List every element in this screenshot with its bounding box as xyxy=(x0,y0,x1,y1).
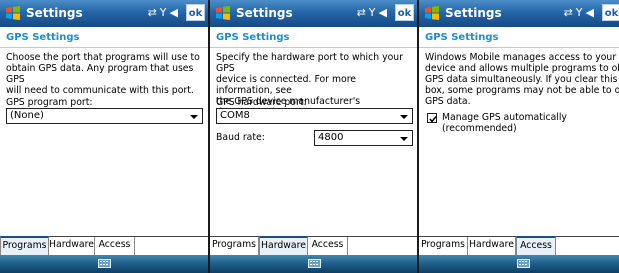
menu-bar xyxy=(0,255,208,273)
ok-button[interactable]: ok xyxy=(395,4,414,21)
connectivity-icon[interactable]: ⇄ xyxy=(148,6,160,19)
tab-programs[interactable]: Programs xyxy=(0,236,49,256)
tab-strip: Programs Hardware Access xyxy=(419,236,619,256)
manage-gps-label: Manage GPS automatically (recommended) xyxy=(442,112,567,134)
page-heading: GPS Settings xyxy=(425,32,499,43)
title-bar: Settings ⇄Y◀ ok xyxy=(0,0,208,27)
chevron-down-icon xyxy=(190,115,198,119)
divider xyxy=(419,47,619,48)
signal-icon[interactable]: Y xyxy=(369,6,379,19)
tab-programs[interactable]: Programs xyxy=(210,237,259,255)
windows-logo-icon[interactable] xyxy=(424,5,440,21)
keyboard-icon[interactable] xyxy=(98,259,111,268)
connectivity-icon[interactable]: ⇄ xyxy=(357,6,369,19)
tab-access[interactable]: Access xyxy=(308,237,348,255)
tab-strip: Programs Hardware Access xyxy=(210,236,417,256)
gps-hardware-port-dropdown[interactable]: COM8 xyxy=(216,108,413,124)
window-title: Settings xyxy=(236,6,293,20)
tab-access[interactable]: Access xyxy=(516,236,556,256)
volume-icon[interactable]: ◀ xyxy=(586,6,597,19)
settings-screen-access: Settings ⇄Y◀ ok GPS Settings Windows Mob… xyxy=(418,0,619,273)
description: Windows Mobile manages access to your GP… xyxy=(425,52,619,107)
tab-programs[interactable]: Programs xyxy=(419,237,468,255)
connectivity-icon[interactable]: ⇄ xyxy=(564,6,576,19)
page-heading: GPS Settings xyxy=(216,32,290,43)
windows-logo-icon[interactable] xyxy=(215,5,231,21)
menu-bar xyxy=(210,255,417,273)
tab-hardware[interactable]: Hardware xyxy=(49,237,95,255)
window-title: Settings xyxy=(26,6,83,20)
gps-program-port-label: GPS program port: xyxy=(6,97,93,108)
title-bar: Settings ⇄Y◀ ok xyxy=(210,0,417,27)
tab-hardware[interactable]: Hardware xyxy=(468,237,516,255)
gps-hardware-port-label: GPS hardware port: xyxy=(216,97,307,108)
baud-rate-dropdown[interactable]: 4800 xyxy=(314,130,413,146)
signal-icon[interactable]: Y xyxy=(160,6,170,19)
baud-rate-label: Baud rate: xyxy=(216,132,265,143)
window-title: Settings xyxy=(445,6,502,20)
gps-program-port-dropdown[interactable]: (None) xyxy=(6,108,203,124)
settings-screen-hardware: Settings ⇄Y◀ ok GPS Settings Specify the… xyxy=(209,0,418,273)
tab-hardware[interactable]: Hardware xyxy=(259,236,308,256)
volume-icon[interactable]: ◀ xyxy=(379,6,390,19)
tab-strip: Programs Hardware Access xyxy=(0,236,208,256)
title-bar: Settings ⇄Y◀ ok xyxy=(419,0,619,27)
keyboard-icon[interactable] xyxy=(308,259,321,268)
ok-button[interactable]: ok xyxy=(186,4,205,21)
menu-bar xyxy=(419,255,619,273)
windows-logo-icon[interactable] xyxy=(5,5,21,21)
divider xyxy=(0,47,208,48)
signal-icon[interactable]: Y xyxy=(576,6,586,19)
tab-access[interactable]: Access xyxy=(95,237,135,255)
description: Choose the port that programs will use t… xyxy=(6,52,200,96)
checkmark-icon xyxy=(429,116,437,123)
keyboard-icon[interactable] xyxy=(517,259,530,268)
manage-gps-checkbox[interactable] xyxy=(427,113,437,123)
page-heading: GPS Settings xyxy=(6,32,80,43)
divider xyxy=(210,47,417,48)
chevron-down-icon xyxy=(400,115,408,119)
ok-button[interactable]: ok xyxy=(602,4,619,21)
chevron-down-icon xyxy=(400,137,408,141)
settings-screen-programs: Settings ⇄Y◀ ok GPS Settings Choose the … xyxy=(0,0,209,273)
volume-icon[interactable]: ◀ xyxy=(170,6,181,19)
